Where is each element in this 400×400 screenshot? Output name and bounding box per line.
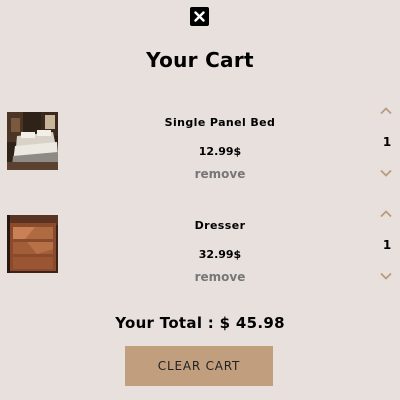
remove-button[interactable]: remove [120,167,320,181]
item-quantity: 1 [382,135,392,149]
cart-item: Dresser 32.99$ remove 1 [0,208,400,298]
item-image [7,215,58,273]
chevron-down-icon [380,169,392,177]
cart-title: Your Cart [146,48,254,72]
decrease-quantity-button[interactable] [380,169,392,177]
item-name: Single Panel Bed [164,116,276,129]
item-image [7,112,58,170]
chevron-down-icon [380,272,392,280]
item-price: 32.99$ [198,248,242,261]
remove-button[interactable]: remove [120,270,320,284]
chevron-up-icon [380,210,392,218]
chevron-up-icon [380,107,392,115]
increase-quantity-button[interactable] [380,210,392,218]
item-price: 12.99$ [198,145,242,158]
item-name: Dresser [194,219,246,232]
increase-quantity-button[interactable] [380,107,392,115]
decrease-quantity-button[interactable] [380,272,392,280]
item-quantity: 1 [382,238,392,252]
bed-photo [7,112,58,170]
clear-cart-button[interactable]: CLEAR CART [125,346,273,386]
dresser-photo [7,215,58,273]
cart-total: Your Total : $ 45.98 [115,314,285,332]
cart-item: Single Panel Bed 12.99$ remove 1 [0,105,400,195]
close-icon [194,11,205,22]
close-cart-button[interactable] [190,7,209,26]
